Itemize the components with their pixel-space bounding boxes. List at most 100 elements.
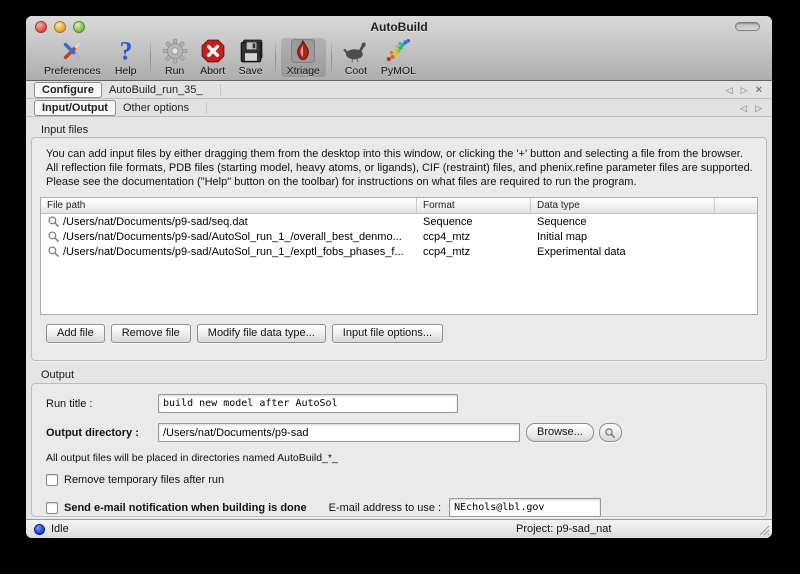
email-notification-checkbox[interactable] (46, 501, 58, 514)
remove-temp-files-label: Remove temporary files after run (64, 474, 225, 486)
toolbar-button-preferences[interactable]: Preferences (38, 38, 107, 77)
input-files-table[interactable]: File path Format Data type /Users/nat/Do… (40, 197, 758, 315)
project-label: Project: p9-sad_nat (516, 523, 612, 535)
status-led-icon (34, 523, 45, 535)
file-button-row: Add file Remove file Modify file data ty… (40, 315, 758, 343)
window-chrome: AutoBuild Preferences ? Help Run Abort S… (26, 16, 772, 81)
toolbar-label: Coot (344, 65, 367, 77)
toolbar-label: Save (238, 65, 263, 77)
column-header-filler (715, 198, 757, 213)
pymol-icon (387, 38, 411, 62)
run-title-label: Run title : (46, 397, 93, 410)
tab-autobuild-run-35[interactable]: AutoBuild_run_35_ (102, 83, 210, 97)
tab-scroll-left-icon[interactable]: ◁ (722, 83, 737, 97)
tab-other-options[interactable]: Other options (116, 101, 196, 115)
minimize-button[interactable] (54, 21, 66, 33)
output-directory-input[interactable] (158, 423, 520, 442)
abort-icon (201, 39, 224, 63)
save-icon (240, 39, 262, 63)
file-format: ccp4_mtz (423, 245, 471, 258)
output-group-label: Output (41, 369, 75, 381)
file-path: /Users/nat/Documents/p9-sad/seq.dat (63, 215, 248, 228)
toolbar-button-run[interactable]: Run (156, 38, 194, 77)
close-button[interactable] (35, 21, 47, 33)
resize-grip[interactable] (757, 523, 770, 536)
toolbar-button-abort[interactable]: Abort (194, 38, 232, 77)
toolbar-button-pymol[interactable]: PyMOL (375, 38, 422, 77)
toolbar-separator (330, 41, 332, 75)
toolbar-separator (149, 41, 151, 75)
tab-scroll-right-icon[interactable]: ▷ (751, 101, 766, 115)
email-address-input[interactable] (449, 498, 602, 517)
column-header-format[interactable]: Format (417, 198, 531, 213)
remove-file-button[interactable]: Remove file (110, 324, 191, 343)
email-notification-label: Send e-mail notification when building i… (64, 501, 307, 514)
xtriage-icon (291, 39, 316, 63)
email-address-label: E-mail address to use : (328, 501, 442, 514)
magnifier-icon (48, 231, 59, 242)
main-tabbar: Configure AutoBuild_run_35_ ◁ ▷ × (26, 81, 772, 99)
tab-scroll-left-icon[interactable]: ◁ (736, 101, 751, 115)
window-title: AutoBuild (370, 20, 428, 34)
sub-tabbar: Input/Output Other options ◁ ▷ (26, 99, 772, 117)
run-title-input[interactable] (158, 394, 458, 413)
file-path: /Users/nat/Documents/p9-sad/AutoSol_run_… (63, 245, 404, 258)
magnifier-icon (48, 216, 59, 227)
table-row[interactable]: /Users/nat/Documents/p9-sad/AutoSol_run_… (41, 229, 757, 244)
zoom-button[interactable] (73, 21, 85, 33)
file-data-type: Sequence (537, 215, 587, 228)
toolbar-label: Run (164, 65, 185, 77)
toolbar-button-coot[interactable]: Coot (337, 38, 375, 77)
toolbar-button-help[interactable]: ? Help (107, 38, 145, 77)
output-directory-row: Output directory : Browse... (46, 423, 758, 442)
help-icon: ? (119, 38, 132, 64)
input-files-groupbox: You can add input files by either draggi… (31, 137, 767, 361)
toolbar-label: Preferences (44, 65, 101, 77)
file-data-type: Initial map (537, 230, 588, 243)
column-header-file-path[interactable]: File path (41, 198, 417, 213)
tab-divider (206, 101, 208, 114)
add-file-button[interactable]: Add file (46, 324, 105, 343)
table-row[interactable]: /Users/nat/Documents/p9-sad/AutoSol_run_… (41, 244, 757, 259)
autobuild-window: AutoBuild Preferences ? Help Run Abort S… (26, 16, 772, 538)
output-note: All output files will be placed in direc… (46, 452, 338, 464)
output-groupbox: Run title : Output directory : Browse...… (31, 383, 767, 517)
browse-button[interactable]: Browse... (526, 423, 594, 442)
directory-search-button[interactable] (598, 423, 622, 442)
tab-scroll-right-icon[interactable]: ▷ (737, 83, 752, 97)
tab-input-output[interactable]: Input/Output (34, 99, 116, 116)
run-icon (162, 38, 187, 64)
preferences-icon (64, 42, 81, 60)
file-format: ccp4_mtz (423, 230, 471, 243)
remove-temp-files-row: Remove temporary files after run (46, 474, 758, 486)
toolbar-separator (274, 41, 276, 75)
toolbar-label: Help (114, 65, 137, 77)
column-header-data-type[interactable]: Data type (531, 198, 715, 213)
file-data-type: Experimental data (537, 245, 626, 258)
toolbar-label: Abort (200, 65, 226, 77)
modify-file-data-type-button[interactable]: Modify file data type... (196, 324, 326, 343)
toolbar: Preferences ? Help Run Abort Save Xtriag… (26, 38, 772, 80)
input-files-group-label: Input files (41, 124, 89, 136)
remove-temp-files-checkbox[interactable] (46, 474, 58, 486)
tab-close-icon[interactable]: × (752, 83, 766, 97)
svg-text:?: ? (119, 38, 132, 64)
toolbar-button-xtriage[interactable]: Xtriage (280, 38, 326, 77)
table-header: File path Format Data type (41, 198, 757, 214)
toolbar-label: PyMOL (380, 65, 416, 77)
input-file-options-button[interactable]: Input file options... (331, 324, 444, 343)
toolbar-button-save[interactable]: Save (232, 38, 270, 77)
magnifier-icon (605, 427, 616, 438)
tab-configure[interactable]: Configure (34, 81, 102, 98)
toolbar-label: Xtriage (286, 65, 320, 77)
window-controls (35, 21, 85, 33)
titlebar[interactable]: AutoBuild (26, 16, 772, 38)
toolbar-toggle-button[interactable] (735, 22, 760, 31)
instructions-text: You can add input files by either draggi… (46, 148, 753, 188)
email-notification-row: Send e-mail notification when building i… (46, 498, 758, 517)
table-row[interactable]: /Users/nat/Documents/p9-sad/seq.dat Sequ… (41, 214, 757, 229)
file-path: /Users/nat/Documents/p9-sad/AutoSol_run_… (63, 230, 402, 243)
content-panel: Input files You can add input files by e… (26, 117, 772, 519)
tab-divider (219, 83, 221, 96)
magnifier-icon (48, 246, 59, 257)
